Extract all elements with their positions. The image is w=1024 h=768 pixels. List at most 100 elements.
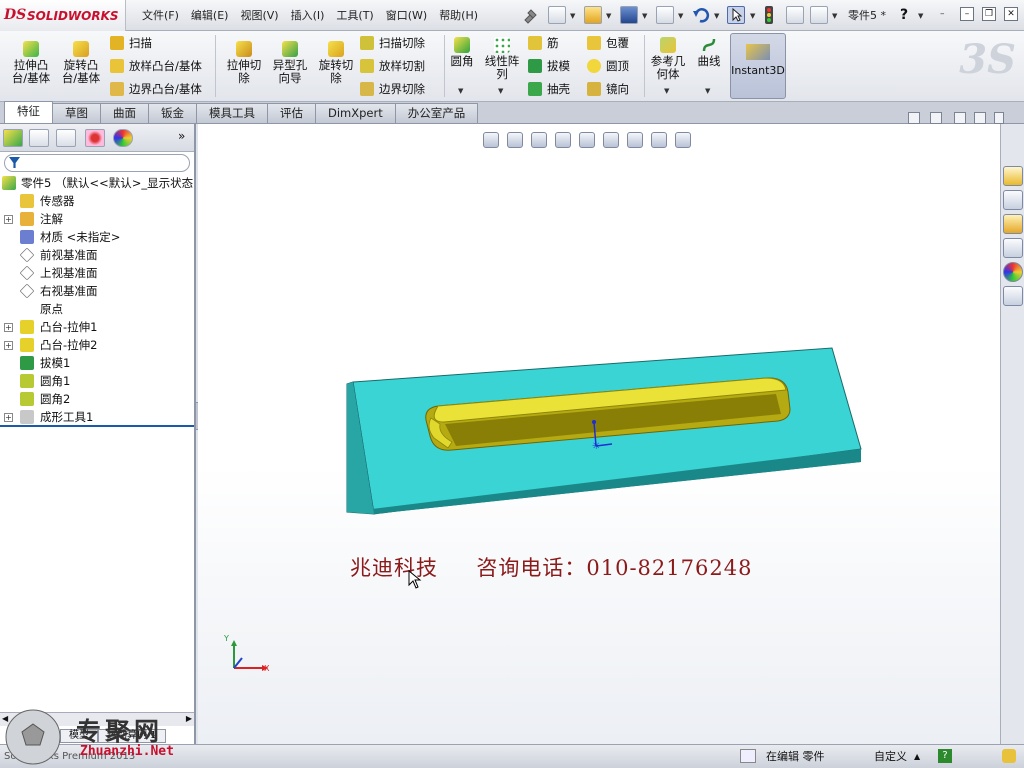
expand-icon[interactable]: +	[4, 413, 13, 422]
tree-item[interactable]: + 凸台-拉伸2	[0, 336, 194, 354]
tab-evaluate[interactable]: 评估	[267, 103, 316, 123]
rollback-bar[interactable]	[0, 425, 194, 427]
traffic-light-icon[interactable]	[763, 6, 775, 24]
tree-root[interactable]: 零件5 （默认<<默认>_显示状态	[0, 174, 194, 192]
home-icon[interactable]	[1003, 166, 1023, 186]
help-status-icon[interactable]: ?	[938, 749, 952, 763]
design-library-icon[interactable]	[1003, 190, 1023, 210]
tab-sketch[interactable]: 草图	[52, 103, 101, 123]
tree-item[interactable]: 拔模1	[0, 354, 194, 372]
tab-dimxpert[interactable]: DimXpert	[315, 103, 396, 123]
display-manager-tab-icon[interactable]	[113, 129, 133, 147]
tab-sheet-metal[interactable]: 钣金	[148, 103, 197, 123]
dome-button[interactable]: 圆顶	[587, 58, 629, 74]
tree-filter-input[interactable]	[4, 154, 190, 172]
sweep-button[interactable]: 扫描	[110, 35, 152, 51]
chevron-down-icon[interactable]: ▼	[750, 12, 755, 20]
property-manager-tab-icon[interactable]	[29, 129, 49, 147]
units-dropdown-icon[interactable]: ▲	[914, 749, 920, 765]
chevron-down-icon[interactable]: ▼	[570, 12, 575, 20]
curves-button[interactable]: 曲线	[694, 37, 724, 68]
hole-wizard-button[interactable]: 异型孔 向导	[268, 41, 312, 85]
boundary-boss-button[interactable]: 边界凸台/基体	[110, 81, 202, 97]
tree-item[interactable]: 右视基准面	[0, 282, 194, 300]
shell-button[interactable]: 抽壳	[528, 81, 570, 97]
status-rebuild-icon[interactable]	[740, 749, 756, 763]
tree-item[interactable]: 圆角1	[0, 372, 194, 390]
viewport-close-icon[interactable]	[994, 112, 1004, 124]
wrap-button[interactable]: 包覆	[587, 35, 629, 51]
options-icon[interactable]	[786, 6, 804, 24]
boundary-cut-button[interactable]: 边界切除	[360, 81, 425, 97]
window-minimize-button[interactable]: –	[960, 7, 974, 21]
tree-item[interactable]: + 凸台-拉伸1	[0, 318, 194, 336]
file-properties-icon[interactable]	[810, 6, 828, 24]
extrude-boss-button[interactable]: 拉伸凸 台/基体	[8, 41, 54, 85]
status-units[interactable]: 自定义	[874, 749, 907, 765]
expand-icon[interactable]: +	[4, 323, 13, 332]
graphics-area[interactable]: ✳ 兆迪科技 咨询电话：010-82176248 Y X	[198, 112, 1004, 744]
view-palette-icon[interactable]	[1003, 238, 1023, 258]
extrude-cut-button[interactable]: 拉伸切 除	[222, 41, 266, 85]
chevron-down-icon[interactable]: ▼	[678, 12, 683, 20]
menu-help[interactable]: 帮助(H)	[433, 0, 484, 31]
select-arrow-icon[interactable]	[727, 6, 745, 24]
part-model[interactable]: ✳	[198, 124, 1000, 744]
revolve-cut-button[interactable]: 旋转切 除	[314, 41, 358, 85]
chevron-down-icon[interactable]: ▼	[918, 12, 923, 20]
tree-item[interactable]: 圆角2	[0, 390, 194, 408]
revolve-boss-button[interactable]: 旋转凸 台/基体	[58, 41, 104, 85]
loft-boss-button[interactable]: 放样凸台/基体	[110, 58, 202, 74]
undo-icon[interactable]	[692, 6, 710, 24]
configuration-manager-tab-icon[interactable]	[56, 129, 76, 147]
tree-item[interactable]: 材质 <未指定>	[0, 228, 194, 246]
tab-features[interactable]: 特征	[4, 101, 53, 123]
chevron-down-icon[interactable]: ▼	[458, 87, 463, 95]
tab-office-products[interactable]: 办公室产品	[394, 103, 479, 123]
expand-icon[interactable]: +	[4, 341, 13, 350]
menu-insert[interactable]: 插入(I)	[285, 0, 331, 31]
print-icon[interactable]	[656, 6, 674, 24]
help-icon[interactable]: ?	[900, 7, 908, 23]
menu-tools[interactable]: 工具(T)	[330, 0, 379, 31]
tab-mold-tools[interactable]: 模具工具	[196, 103, 268, 123]
pin-icon[interactable]	[522, 6, 538, 24]
tree-item[interactable]: + 成形工具1	[0, 408, 194, 426]
viewport-tile-icon[interactable]	[908, 112, 920, 124]
menu-edit[interactable]: 编辑(E)	[185, 0, 235, 31]
reference-geometry-button[interactable]: 参考几 何体	[648, 37, 688, 81]
expand-icon[interactable]: +	[4, 215, 13, 224]
menu-window[interactable]: 窗口(W)	[380, 0, 433, 31]
solidworks-logo[interactable]: DS SOLIDWORKS	[0, 0, 126, 31]
custom-properties-icon[interactable]	[1003, 286, 1023, 306]
window-close-button[interactable]: ✕	[1004, 7, 1018, 21]
feature-manager-tab-icon[interactable]	[3, 129, 23, 147]
chevron-down-icon[interactable]: ▼	[705, 87, 710, 95]
open-folder-icon[interactable]	[584, 6, 602, 24]
tree-item[interactable]: 上视基准面	[0, 264, 194, 282]
rib-button[interactable]: 筋	[528, 35, 559, 51]
appearances-icon[interactable]	[1003, 262, 1023, 282]
chevron-down-icon[interactable]: ▼	[498, 87, 503, 95]
panel-expand-icon[interactable]: »	[178, 129, 185, 143]
draft-button[interactable]: 拔模	[528, 58, 570, 74]
tab-surfaces[interactable]: 曲面	[100, 103, 149, 123]
fillet-button[interactable]: 圆角	[448, 37, 476, 68]
viewport-restore-icon[interactable]	[974, 112, 986, 124]
minimize-ribbon-icon[interactable]: –	[940, 9, 945, 19]
mirror-button[interactable]: 镜向	[587, 81, 629, 97]
loft-cut-button[interactable]: 放样切割	[360, 58, 425, 74]
tree-item[interactable]: 传感器	[0, 192, 194, 210]
menu-file[interactable]: 文件(F)	[136, 0, 185, 31]
linear-pattern-button[interactable]: 线性阵 列	[482, 37, 522, 81]
dimxpert-manager-tab-icon[interactable]	[85, 129, 105, 147]
menu-view[interactable]: 视图(V)	[234, 0, 284, 31]
chevron-down-icon[interactable]: ▼	[714, 12, 719, 20]
viewport-split-icon[interactable]	[930, 112, 942, 124]
file-explorer-icon[interactable]	[1003, 214, 1023, 234]
viewport-minimize-icon[interactable]	[954, 112, 966, 124]
tree-item[interactable]: 原点	[0, 300, 194, 318]
chevron-down-icon[interactable]: ▼	[832, 12, 837, 20]
new-document-icon[interactable]	[548, 6, 566, 24]
chevron-down-icon[interactable]: ▼	[664, 87, 669, 95]
